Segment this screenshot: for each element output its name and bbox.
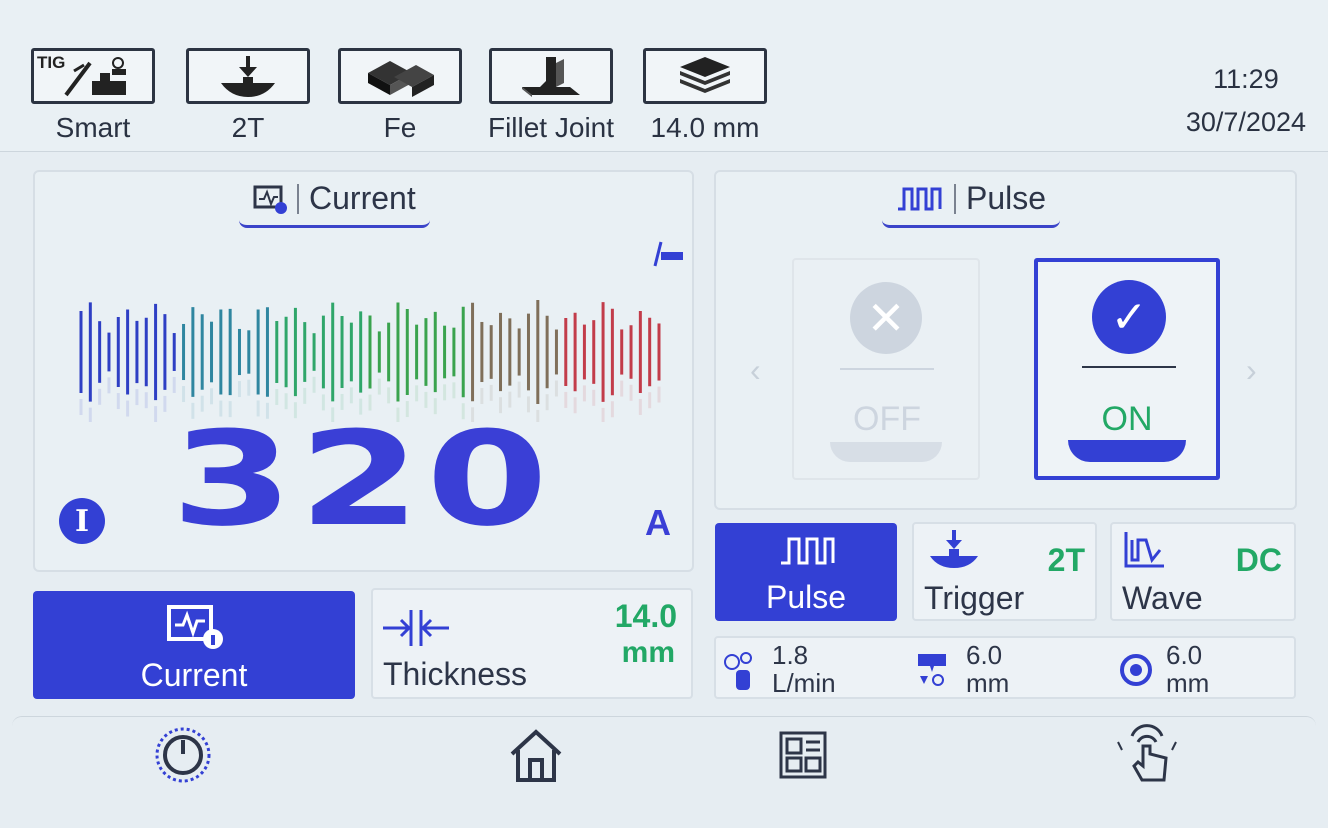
current-indicator: I	[59, 498, 105, 544]
on-divider	[1082, 366, 1176, 368]
thickness-button[interactable]: 14.0 mm Thickness	[371, 588, 693, 699]
power-icon[interactable]	[154, 726, 212, 784]
gas-flow-unit: L/min	[772, 668, 836, 698]
pulse-off-label: OFF	[853, 400, 921, 438]
thickness-value: 14.0	[614, 598, 677, 634]
next-arrow-icon[interactable]: ›	[1246, 352, 1257, 389]
tungsten-diameter-icon	[918, 654, 946, 686]
check-icon: ✓	[1092, 280, 1166, 354]
pulse-wave-icon	[781, 537, 835, 565]
time-display: 11:29	[1213, 64, 1279, 94]
nozzle-unit: mm	[1166, 668, 1210, 698]
wave-label: Wave	[1122, 580, 1203, 616]
trigger-2t-button[interactable]	[186, 48, 310, 104]
trigger-2t-icon	[221, 56, 275, 97]
material-fe-button[interactable]	[338, 48, 462, 104]
fillet-joint-icon	[522, 57, 580, 97]
home-icon[interactable]	[508, 726, 564, 784]
monitor-info-icon	[167, 605, 223, 649]
pulse-on-label: ON	[1101, 400, 1153, 438]
joint-label: Fillet Joint	[487, 112, 615, 143]
current-panel-title: Current	[239, 180, 430, 228]
thickness-arrows-icon	[383, 610, 449, 646]
torch-small-icon	[653, 241, 683, 267]
touch-icon[interactable]	[1112, 724, 1182, 784]
off-divider	[840, 368, 934, 370]
trigger-2t-icon	[930, 530, 978, 568]
plate-thickness-icon	[680, 57, 730, 93]
current-button[interactable]: Current	[33, 591, 355, 699]
thickness-header-label: 14.0 mm	[650, 112, 760, 143]
iron-material-icon	[368, 61, 434, 97]
current-panel: Current I 320 A	[33, 170, 694, 572]
pulse-panel-title-text: Pulse	[966, 180, 1047, 216]
current-panel-title-text: Current	[309, 180, 416, 216]
title-separator	[954, 183, 956, 214]
current-value: 320	[171, 403, 554, 555]
pulse-on-option[interactable]: ✓ ON	[1034, 258, 1220, 480]
waveform-icon	[1124, 532, 1164, 568]
material-label: Fe	[383, 112, 417, 143]
mode-label: Smart	[55, 112, 131, 143]
tungsten-value: 6.0	[966, 640, 1003, 670]
nozzle-value: 6.0	[1166, 640, 1203, 670]
prev-arrow-icon[interactable]: ‹	[750, 352, 761, 389]
consumables-bar: 1.8 L/min 6.0 mm 6.0 mm	[714, 636, 1296, 699]
joint-type-button[interactable]	[489, 48, 613, 104]
title-separator	[297, 183, 299, 214]
gas-cylinder-icon	[724, 652, 752, 690]
plate-thickness-button[interactable]	[643, 48, 767, 104]
top-bar: TIG Smart 2T Fe Fillet Joint 14.0 mm 11:…	[0, 0, 1328, 152]
close-icon: ✕	[850, 282, 922, 354]
wave-value: DC	[1235, 542, 1282, 578]
trigger-button[interactable]: 2T Trigger	[912, 522, 1097, 621]
clock: 11:29 30/7/2024	[1186, 58, 1306, 144]
mode-smart-button[interactable]: TIG	[31, 48, 155, 104]
monitor-info-icon	[253, 185, 287, 214]
pulse-off-option[interactable]: ✕ OFF	[792, 258, 980, 480]
pulse-panel-title: Pulse	[882, 180, 1061, 228]
pulse-button-label: Pulse	[765, 579, 847, 615]
trigger-label: Trigger	[924, 580, 1025, 616]
menu-grid-icon[interactable]	[778, 730, 828, 780]
tig-torch-icon: TIG	[34, 51, 152, 101]
arc-waveform	[79, 300, 661, 422]
pulse-wave-icon	[898, 187, 942, 210]
on-base	[1068, 440, 1186, 462]
trigger-label: 2T	[231, 112, 265, 143]
current-unit: A	[645, 502, 671, 543]
pulse-panel: Pulse ‹ › ✕ OFF ✓ ON	[714, 170, 1297, 510]
thickness-label: Thickness	[383, 656, 528, 692]
gas-flow-value: 1.8	[772, 640, 809, 670]
off-base	[830, 442, 942, 462]
trigger-value: 2T	[1047, 542, 1085, 578]
tungsten-unit: mm	[966, 668, 1010, 698]
thickness-unit: mm	[621, 636, 675, 669]
pulse-button[interactable]: Pulse	[715, 523, 897, 621]
nozzle-icon	[1120, 654, 1152, 686]
current-button-label: Current	[140, 657, 248, 693]
wave-button[interactable]: DC Wave	[1110, 522, 1296, 621]
date-display: 30/7/2024	[1185, 107, 1306, 137]
